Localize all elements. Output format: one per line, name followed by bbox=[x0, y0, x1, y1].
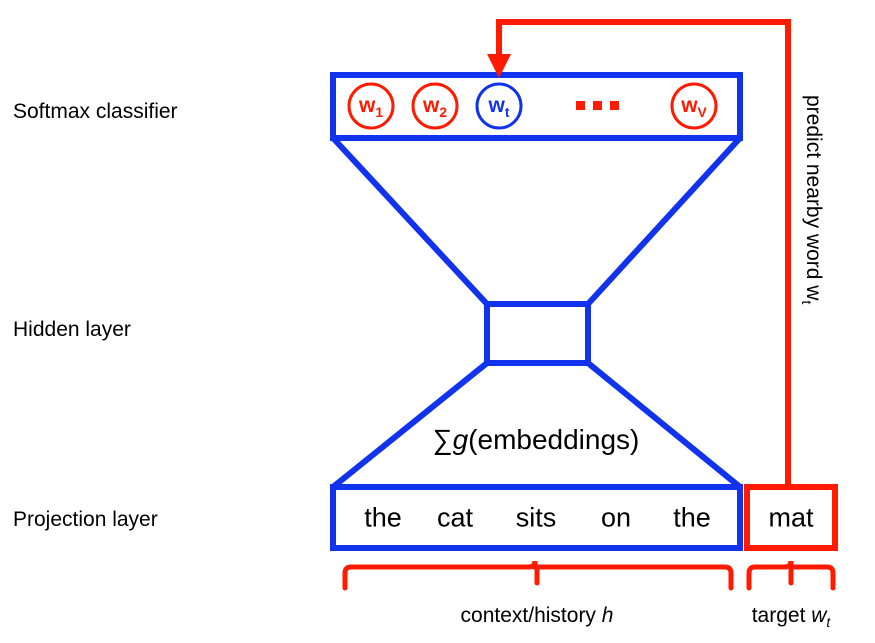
context-word-2: cat bbox=[436, 502, 474, 533]
softmax-node-label-w1: w1 bbox=[358, 93, 384, 121]
ellipsis-dot-1 bbox=[576, 101, 585, 110]
context-word-4: on bbox=[600, 502, 632, 533]
context-word-1: the bbox=[364, 502, 402, 533]
target-word-label: mat bbox=[768, 502, 814, 533]
feedback-annotation-text: predict nearby word w bbox=[802, 95, 825, 301]
trapezoid-upper-left-edge bbox=[330, 135, 490, 307]
ellipsis-dot-2 bbox=[593, 101, 602, 110]
target-brace-label-var-sub: t bbox=[826, 614, 831, 631]
feedback-annotation-sub: t bbox=[798, 300, 815, 305]
trapezoid-upper-right-edge bbox=[585, 135, 743, 307]
softmax-node-sub-w1: 1 bbox=[375, 104, 384, 121]
context-word-5: the bbox=[673, 502, 711, 533]
feedback-annotation: predict nearby word wt bbox=[799, 95, 825, 435]
target-brace-label: target wt bbox=[752, 604, 831, 630]
softmax-node-sub-wv: V bbox=[697, 104, 707, 121]
row-label-projection-layer: Projection layer bbox=[13, 508, 158, 531]
target-brace-label-text: target bbox=[751, 604, 812, 627]
hidden-layer-box bbox=[484, 301, 591, 366]
softmax-node-sub-wt: t bbox=[504, 104, 510, 121]
sum-symbol: ∑ bbox=[432, 424, 453, 455]
diagram-canvas: Softmax classifier Hidden layer Projecti… bbox=[0, 0, 875, 643]
softmax-node-sub-w2: 2 bbox=[439, 104, 448, 121]
context-brace-label-var: h bbox=[601, 604, 614, 627]
context-word-3: sits bbox=[515, 502, 557, 533]
target-brace-label-var: w bbox=[811, 604, 827, 627]
g-function-symbol: g bbox=[452, 424, 469, 455]
context-brace-label: context/history h bbox=[461, 604, 614, 628]
embeddings-formula: ∑g(embeddings) bbox=[433, 424, 640, 456]
softmax-node-label-wt: wt bbox=[488, 93, 510, 121]
row-label-softmax-classifier: Softmax classifier bbox=[13, 100, 178, 123]
softmax-node-label-wv: wV bbox=[681, 93, 707, 121]
softmax-node-label-w2: w2 bbox=[422, 93, 448, 121]
context-brace-label-text: context/history bbox=[460, 604, 602, 627]
ellipsis-dot-3 bbox=[610, 101, 619, 110]
embeddings-argument: (embeddings) bbox=[468, 424, 640, 455]
row-label-hidden-layer: Hidden layer bbox=[13, 318, 131, 341]
